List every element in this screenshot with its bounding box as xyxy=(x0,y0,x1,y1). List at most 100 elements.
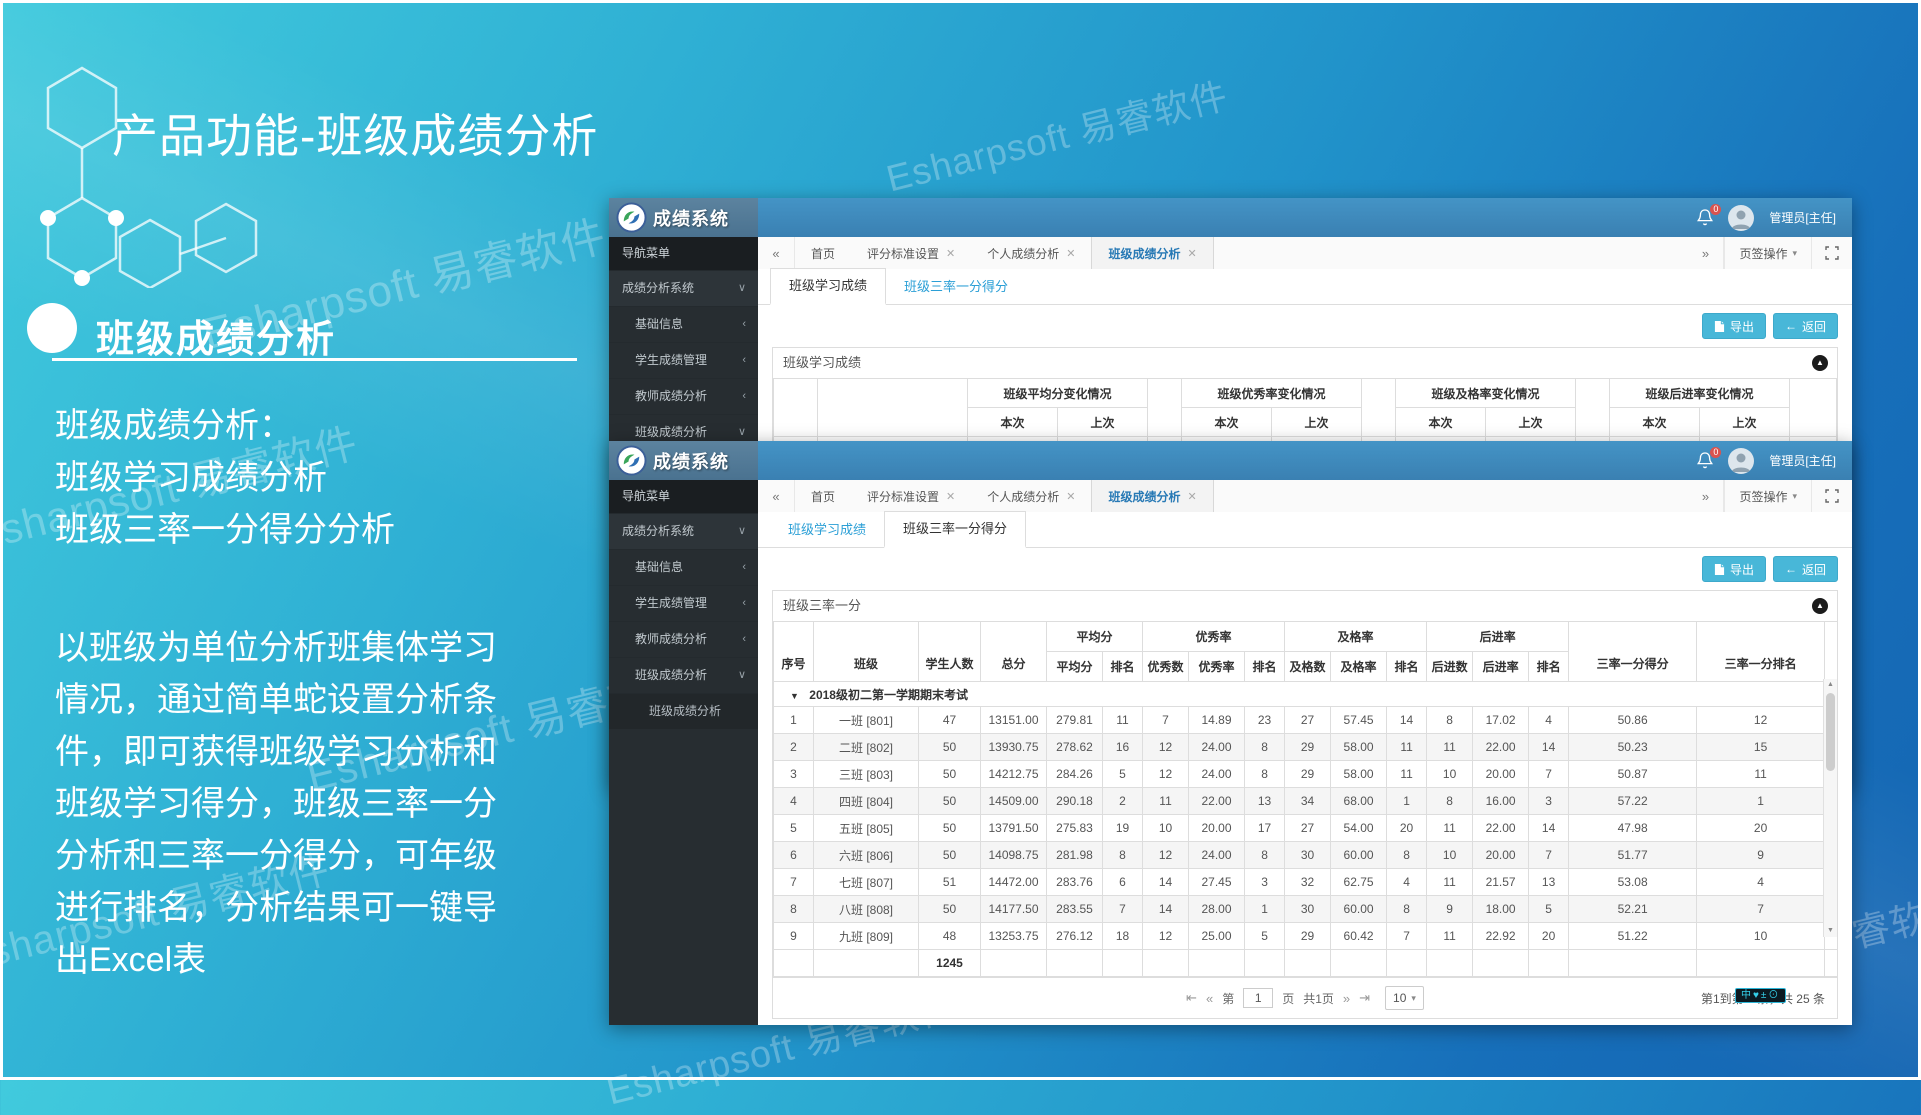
panel-collapse-icon[interactable]: ▲ xyxy=(1812,598,1828,614)
sidebar-item-学生成绩管理[interactable]: 学生成绩管理‹ xyxy=(609,342,758,378)
sidebar-item-label: 班级成绩分析 xyxy=(649,704,721,718)
chevron-down-icon: ∨ xyxy=(738,514,746,549)
close-icon[interactable]: ✕ xyxy=(1066,490,1075,503)
back-button[interactable]: ← 返回 xyxy=(1773,313,1838,339)
cell: 58.00 xyxy=(1331,734,1387,761)
total-students: 1245 xyxy=(919,950,981,977)
sidebar-item-教师成绩分析[interactable]: 教师成绩分析‹ xyxy=(609,378,758,414)
cell: 283.55 xyxy=(1047,896,1103,923)
sidebar-item-班级成绩分析[interactable]: 班级成绩分析 xyxy=(609,693,758,729)
close-icon[interactable]: ✕ xyxy=(946,247,955,260)
main-tab-1[interactable]: 首页 xyxy=(795,480,851,512)
app-header: 0 管理员[主任] 成绩系统 xyxy=(609,441,1852,480)
sidebar-item-学生成绩管理[interactable]: 学生成绩管理‹ xyxy=(609,585,758,621)
notification-bell-icon[interactable]: 0 xyxy=(1697,452,1713,470)
close-icon[interactable]: ✕ xyxy=(1188,247,1197,260)
fullscreen-icon[interactable] xyxy=(1811,237,1852,269)
tab-operations-menu[interactable]: 页签操作 ▾ xyxy=(1724,480,1811,512)
para-line: 情况，通过简单蛇设置分析条 xyxy=(55,674,497,726)
main-tab-4[interactable]: 班级成绩分析✕ xyxy=(1091,480,1213,512)
scrollbar-up-icon[interactable]: ▲ xyxy=(1824,679,1837,691)
cell: 8 xyxy=(1103,842,1143,869)
subtab-three-rate-score[interactable]: 班级三率一分得分 xyxy=(884,511,1026,548)
three-rate-panel: 班级三率一分 ▲ 序号 班级 学生人数 总分 xyxy=(772,590,1838,1019)
sidebar-item-基础信息[interactable]: 基础信息‹ xyxy=(609,306,758,342)
cell: 17 xyxy=(1245,815,1285,842)
first-page-icon[interactable]: ⇤ xyxy=(1186,990,1197,1006)
column-header: 序号 xyxy=(774,622,814,682)
user-name[interactable]: 管理员[主任] xyxy=(1769,209,1836,226)
avatar[interactable] xyxy=(1728,448,1754,474)
last-page-icon[interactable]: ⇥ xyxy=(1359,990,1370,1006)
scrollbar-thumb[interactable] xyxy=(1826,693,1835,771)
cell: 12 xyxy=(1143,734,1189,761)
table-scrollbar[interactable]: ▲ ▼ xyxy=(1823,679,1837,937)
column-header: 班级 xyxy=(814,622,919,682)
panel-collapse-icon[interactable]: ▲ xyxy=(1812,355,1828,371)
main-tab-3[interactable]: 个人成绩分析✕ xyxy=(971,237,1091,269)
close-icon[interactable]: ✕ xyxy=(946,490,955,503)
cell: 5 xyxy=(1245,923,1285,950)
collapse-tabs-icon[interactable]: « xyxy=(758,237,795,269)
column-header: 及格数 xyxy=(1285,652,1331,682)
expand-tabs-icon[interactable]: » xyxy=(1687,480,1724,512)
sidebar-header: 导航菜单 xyxy=(609,480,758,513)
tab-operations-menu[interactable]: 页签操作 ▾ xyxy=(1724,237,1811,269)
next-page-icon[interactable]: » xyxy=(1343,991,1350,1006)
column-header: 排名 xyxy=(1245,652,1285,682)
back-arrow-icon: ← xyxy=(1785,319,1797,333)
expand-tabs-icon[interactable]: » xyxy=(1687,237,1724,269)
column-header: 及格率 xyxy=(1331,652,1387,682)
tab-bar: « 首页评分标准设置✕个人成绩分析✕班级成绩分析✕ » 页签操作 ▾ xyxy=(758,237,1852,270)
prev-page-icon[interactable]: « xyxy=(1206,991,1213,1006)
subtab-three-rate-score[interactable]: 班级三率一分得分 xyxy=(886,270,1026,304)
sidebar-item-成绩分析系统[interactable]: 成绩分析系统∨ xyxy=(609,513,758,549)
cell: 5 xyxy=(774,815,814,842)
avatar[interactable] xyxy=(1728,205,1754,231)
scrollbar-down-icon[interactable]: ▼ xyxy=(1824,925,1837,937)
exam-group-label: 2018级初二第一学期期末考试 xyxy=(809,688,968,702)
cell: 六班 [806] xyxy=(814,842,919,869)
main-tab-2[interactable]: 评分标准设置✕ xyxy=(851,237,971,269)
subtab-class-learning-score[interactable]: 班级学习成绩 xyxy=(770,513,884,547)
cell: 22.00 xyxy=(1189,788,1245,815)
collapse-tabs-icon[interactable]: « xyxy=(758,480,795,512)
cell: 10 xyxy=(1427,842,1473,869)
main-tab-2[interactable]: 评分标准设置 ✕ xyxy=(851,480,971,512)
cell: 16.00 xyxy=(1473,788,1529,815)
tab-label: 评分标准设置 xyxy=(867,488,939,505)
three-rate-table: 序号 班级 学生人数 总分 平均分 优秀率 及格率 后进率 三率一分得分 三率一… xyxy=(773,621,1838,977)
fullscreen-icon[interactable] xyxy=(1811,480,1852,512)
user-name[interactable]: 管理员[主任] xyxy=(1769,452,1836,469)
logo-block: 成绩系统 xyxy=(609,198,758,237)
cell: 11 xyxy=(1427,923,1473,950)
page-number-input[interactable] xyxy=(1243,988,1273,1008)
cell: 8 xyxy=(1245,734,1285,761)
cell: 8 xyxy=(1387,896,1427,923)
export-button[interactable]: 导出 xyxy=(1702,556,1766,582)
export-button[interactable]: 导出 xyxy=(1702,313,1766,339)
notification-bell-icon[interactable]: 0 xyxy=(1697,209,1713,227)
cell: 29 xyxy=(1285,734,1331,761)
sidebar-item-班级成绩分析[interactable]: 班级成绩分析∨ xyxy=(609,657,758,693)
sidebar-item-教师成绩分析[interactable]: 教师成绩分析‹ xyxy=(609,621,758,657)
close-icon[interactable]: ✕ xyxy=(1188,490,1197,503)
cell: 7 xyxy=(1697,896,1825,923)
subtab-class-learning-score[interactable]: 班级学习成绩 xyxy=(770,268,886,305)
cell: 12 xyxy=(1697,707,1825,734)
cell: 50 xyxy=(919,788,981,815)
sidebar-item-基础信息[interactable]: 基础信息‹ xyxy=(609,549,758,585)
cell: 11 xyxy=(1697,761,1825,788)
main-tab-3[interactable]: 个人成绩分析✕ xyxy=(971,480,1091,512)
cell: 29 xyxy=(1285,923,1331,950)
column-group: 班级及格率变化情况 xyxy=(1396,379,1576,408)
exam-group-row[interactable]: ▼ 2018级初二第一学期期末考试 xyxy=(774,682,1838,707)
main-tab-4[interactable]: 班级成绩分析✕ xyxy=(1091,237,1213,269)
sidebar-item-成绩分析系统[interactable]: 成绩分析系统∨ xyxy=(609,270,758,306)
main-tab-1[interactable]: 首页 xyxy=(795,237,851,269)
expand-triangle-icon[interactable]: ▼ xyxy=(790,691,799,701)
page-size-select[interactable]: 10 ▾ xyxy=(1385,986,1424,1010)
spacer-cell xyxy=(1790,379,1837,437)
back-button[interactable]: ← 返回 xyxy=(1773,556,1838,582)
close-icon[interactable]: ✕ xyxy=(1066,247,1075,260)
